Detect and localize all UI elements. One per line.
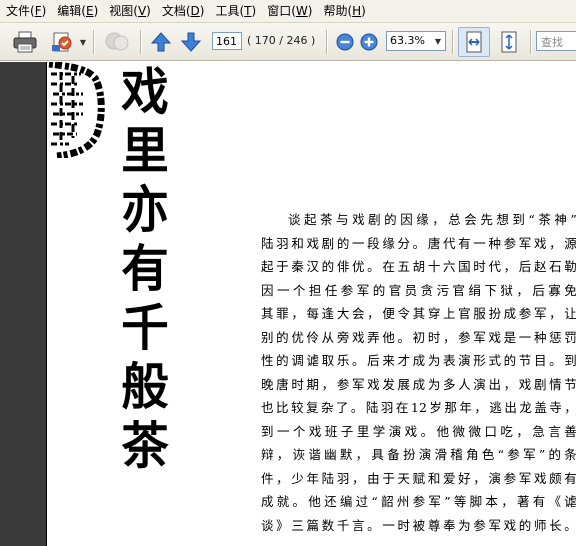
toolbar-separator (452, 30, 453, 54)
zoom-select[interactable]: 63.3% ▼ (386, 31, 446, 51)
text-line: 也比较复杂了。陆羽在12岁那年，逃出龙盖寺， (261, 400, 576, 415)
attach-button[interactable] (48, 28, 78, 56)
text-line: 成就。他还编过“韶州参军”等脚本，著有《谑 (261, 494, 576, 509)
vertical-title: 戏 里 亦 有 千 般 茶 (115, 62, 175, 475)
zoom-out-icon (336, 33, 354, 51)
title-char: 千 (121, 298, 169, 357)
print-button[interactable] (10, 28, 40, 56)
zoom-out-button[interactable] (334, 28, 356, 56)
text-line: 性的调谑取乐。后来才成为表演形式的节目。到 (261, 353, 576, 368)
menu-window[interactable]: 窗口(W) (261, 0, 317, 22)
document-sign-icon (52, 32, 72, 52)
title-char: 般 (121, 357, 169, 416)
fit-width-icon (466, 31, 482, 53)
menu-edit[interactable]: 编辑(E) (51, 0, 103, 22)
toolbar-separator (93, 30, 94, 54)
chevron-down-icon[interactable]: ▼ (431, 32, 445, 50)
page-number-input[interactable] (212, 32, 242, 50)
text-line: 谈》三篇数千言。一时被尊奉为参军戏的师长。 (261, 517, 576, 533)
pdf-page: 戏 里 亦 有 千 般 茶 谈起茶与戏剧的因缘，总会先想到“茶神” 陆羽和戏剧的… (47, 62, 576, 546)
toolbar: ▼ ( 170 / 246 ) 63.3% (0, 23, 576, 61)
menu-help[interactable]: 帮助(H) (317, 0, 370, 22)
arrow-up-icon (150, 32, 172, 52)
next-page-button[interactable] (178, 28, 204, 56)
menu-document[interactable]: 文档(D) (156, 0, 210, 22)
search-input[interactable]: 查找 (536, 31, 576, 51)
zoom-value: 63.3% (390, 34, 425, 47)
fit-page-icon (501, 31, 517, 53)
title-char: 里 (121, 121, 169, 180)
text-line: 因一个担任参军的官员贪污官绢下狱，后寡免 (261, 282, 576, 298)
title-char: 有 (121, 239, 169, 298)
menu-tools[interactable]: 工具(T) (209, 0, 261, 22)
text-line: 件，少年陆羽，由于天赋和爱好，演参军戏颇有 (261, 470, 576, 486)
text-line: 到一个戏班子里学演戏。他微微口吃，急言善 (261, 423, 576, 439)
attach-dropdown[interactable]: ▼ (78, 28, 88, 56)
chevron-down-icon: ▼ (79, 37, 87, 47)
title-char: 亦 (121, 180, 169, 239)
page-count-label: ( 170 / 246 ) (247, 34, 316, 47)
body-paragraph: 谈起茶与戏剧的因缘，总会先想到“茶神” 陆羽和戏剧的一段缘分。唐代有一种参军戏，… (261, 208, 576, 537)
menu-bar: 文件(F) 编辑(E) 视图(V) 文档(D) 工具(T) 窗口(W) 帮助(H… (0, 0, 576, 23)
title-char: 茶 (121, 416, 169, 475)
toolbar-separator (530, 30, 531, 54)
printer-icon (13, 31, 37, 53)
toolbar-separator (140, 30, 141, 54)
search-placeholder: 查找 (541, 36, 563, 49)
review-button[interactable] (102, 28, 132, 56)
zoom-in-icon (360, 33, 378, 51)
previous-page-button[interactable] (148, 28, 174, 56)
comment-bubble-icon (105, 32, 129, 51)
menu-view[interactable]: 视图(V) (103, 0, 156, 22)
text-line: 起于秦汉的俳优。在五胡十六国时代，后赵石勒 (261, 259, 576, 274)
text-line: 晚唐时期，参军戏发展成为多人演出，戏剧情节 (261, 376, 576, 392)
fit-page-button[interactable] (494, 28, 524, 56)
text-line: 其罪，每逢大会，便令其穿上官服扮成参军，让 (261, 306, 576, 321)
text-line: 陆羽和戏剧的一段缘分。唐代有一种参军戏，源 (261, 235, 576, 251)
page-gutter (0, 62, 46, 546)
toolbar-separator (326, 30, 327, 54)
fit-width-button[interactable] (458, 27, 490, 57)
text-line: 别的优伶从旁戏弄他。初时，参军戏是一种惩罚 (261, 329, 576, 345)
zoom-in-button[interactable] (358, 28, 380, 56)
arrow-down-icon (180, 32, 202, 52)
menu-file[interactable]: 文件(F) (0, 0, 51, 22)
title-char: 戏 (121, 62, 169, 121)
text-line: 辩，诙谐幽默，具备扮演滑稽角色“参军”的条 (261, 447, 576, 462)
text-line: 谈起茶与戏剧的因缘，总会先想到“茶神” (288, 212, 576, 227)
ink-seal-image (47, 62, 105, 158)
